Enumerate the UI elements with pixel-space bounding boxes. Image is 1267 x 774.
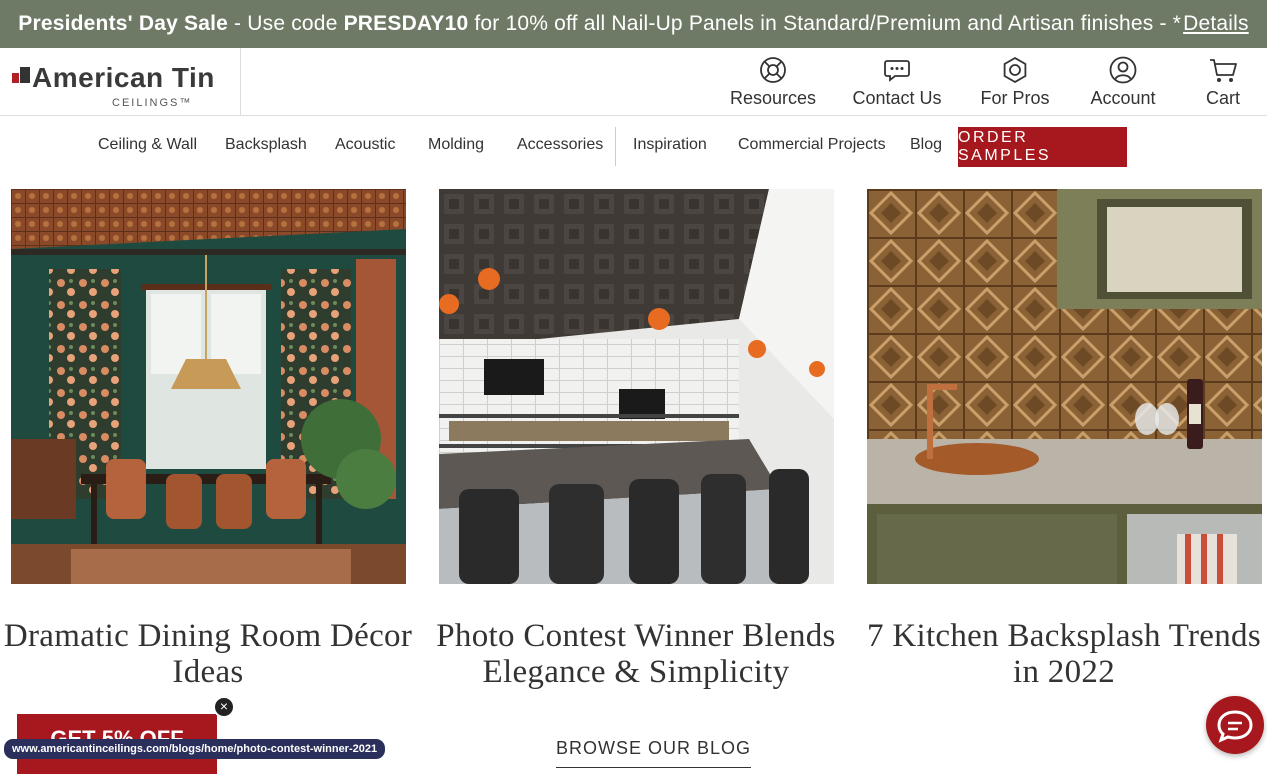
blog-card-image[interactable] bbox=[439, 189, 834, 584]
account-link[interactable]: Account bbox=[1090, 48, 1156, 116]
promo-details-link[interactable]: Details bbox=[1183, 12, 1249, 36]
lifebuoy-icon bbox=[760, 57, 786, 83]
blog-card-title[interactable]: Dramatic Dining Room Décor Ideas bbox=[3, 618, 413, 690]
logo-subtitle: CEILINGS™ bbox=[112, 97, 193, 109]
promo-trail: - * bbox=[1159, 12, 1182, 35]
for-pros-link[interactable]: For Pros bbox=[981, 48, 1050, 116]
main-nav: Ceiling & Wall Backsplash Acoustic Moldi… bbox=[0, 116, 1267, 177]
logo-mark-icon bbox=[12, 67, 30, 85]
user-icon bbox=[1109, 56, 1137, 84]
order-samples-button[interactable]: ORDER SAMPLES bbox=[958, 127, 1127, 167]
nav-inspiration[interactable]: Inspiration bbox=[633, 136, 707, 154]
browse-blog-link[interactable]: BROWSE OUR BLOG bbox=[556, 738, 752, 768]
chat-bubble-icon bbox=[884, 60, 910, 82]
promo-dash: - bbox=[234, 12, 242, 35]
bar-interior-photo bbox=[439, 189, 834, 584]
contact-us-link[interactable]: Contact Us bbox=[852, 48, 942, 116]
status-url-tooltip: www.americantinceilings.com/blogs/home/p… bbox=[4, 739, 386, 759]
logo-link[interactable]: American Tin CEILINGS™ bbox=[0, 48, 241, 116]
cart-icon bbox=[1210, 59, 1237, 82]
chat-icon bbox=[1217, 710, 1253, 743]
nav-molding[interactable]: Molding bbox=[428, 136, 484, 154]
promo-use-code: Use code bbox=[247, 12, 338, 35]
hex-nut-icon bbox=[1003, 56, 1027, 84]
blog-card-title[interactable]: 7 Kitchen Backsplash Trends in 2022 bbox=[859, 618, 1267, 690]
nav-blog[interactable]: Blog bbox=[910, 136, 942, 154]
nav-divider bbox=[615, 127, 616, 166]
promo-offer: for 10% off all Nail-Up Panels in Standa… bbox=[474, 12, 1154, 35]
promo-banner: Presidents' Day Sale - Use code PRESDAY1… bbox=[0, 0, 1267, 48]
nav-acoustic[interactable]: Acoustic bbox=[335, 136, 395, 154]
resources-link[interactable]: Resources bbox=[730, 48, 816, 116]
kitchen-backsplash-photo bbox=[867, 189, 1262, 584]
close-icon[interactable]: × bbox=[213, 696, 235, 718]
promo-sale-name: Presidents' Day Sale bbox=[18, 12, 229, 35]
blog-card-title[interactable]: Photo Contest Winner Blends Elegance & S… bbox=[431, 618, 841, 690]
nav-commercial-projects[interactable]: Commercial Projects bbox=[738, 136, 886, 154]
chat-button[interactable] bbox=[1206, 696, 1264, 754]
account-label: Account bbox=[1090, 88, 1156, 108]
contact-us-label: Contact Us bbox=[852, 88, 942, 108]
resources-label: Resources bbox=[729, 88, 817, 108]
blog-card-image[interactable] bbox=[11, 189, 406, 584]
cart-label: Cart bbox=[1205, 88, 1240, 108]
dining-room-photo bbox=[11, 189, 406, 584]
nav-accessories[interactable]: Accessories bbox=[517, 136, 603, 154]
blog-card-image[interactable] bbox=[867, 189, 1262, 584]
for-pros-label: For Pros bbox=[980, 88, 1050, 108]
cart-link[interactable]: Cart bbox=[1204, 48, 1242, 116]
site-header: American Tin CEILINGS™ Resources Contact… bbox=[0, 48, 1267, 116]
nav-backsplash[interactable]: Backsplash bbox=[225, 136, 307, 154]
logo-wordmark: American Tin bbox=[32, 62, 215, 93]
promo-code: PRESDAY10 bbox=[343, 12, 469, 35]
nav-ceiling-wall[interactable]: Ceiling & Wall bbox=[98, 136, 197, 154]
